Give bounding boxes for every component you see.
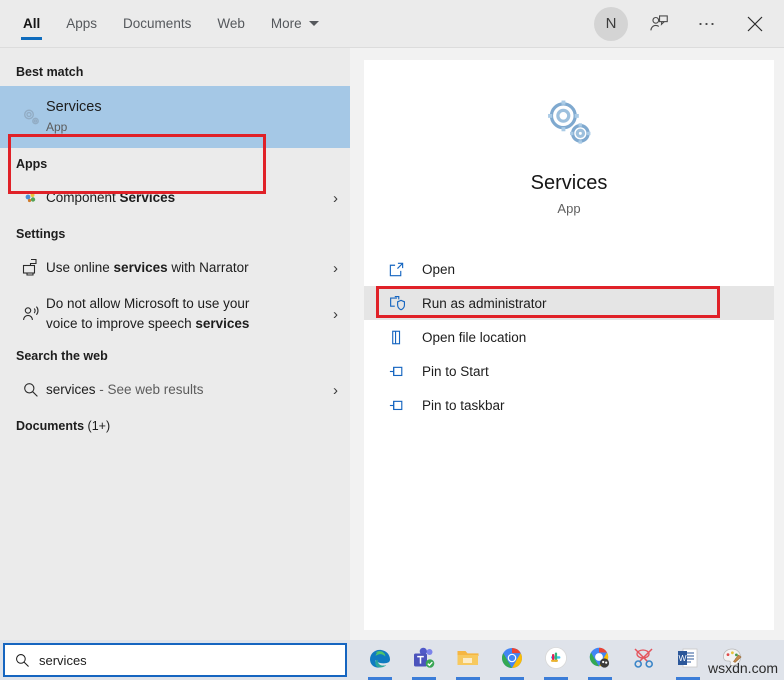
tab-more-label: More — [270, 16, 302, 31]
narrator-monitor-icon — [16, 258, 46, 278]
chevron-right-icon[interactable]: › — [318, 260, 338, 277]
windows-search-screen: All Apps Documents Web More N ⋯ Best mat… — [0, 0, 784, 680]
result-best-match-services[interactable]: Services App — [0, 86, 350, 148]
best-match-title: Services — [46, 99, 102, 116]
action-run-as-administrator-label: Run as administrator — [422, 295, 547, 311]
search-input[interactable] — [39, 652, 345, 668]
result-web-services[interactable]: services - See web results › — [0, 370, 350, 410]
best-match-header: Best match — [16, 65, 84, 79]
tab-all-label: All — [23, 16, 41, 31]
chevron-down-icon — [308, 21, 319, 26]
web-result-suffix: - See web results — [95, 382, 204, 398]
action-pin-to-taskbar[interactable]: Pin to taskbar — [364, 388, 774, 422]
settings-header: Settings — [16, 227, 66, 241]
narrator-match: services — [113, 260, 168, 276]
person-feedback-icon — [650, 14, 668, 30]
preview-pane: Services App Open Run as administrator O… — [350, 48, 784, 640]
tab-documents[interactable]: Documents — [110, 0, 204, 47]
taskbar-app-slack[interactable] — [541, 643, 571, 680]
account-button[interactable]: N — [588, 1, 634, 47]
narrator-online-services-label: Use online services with Narrator — [46, 260, 249, 276]
taskbar-app-snipping-tool[interactable] — [629, 643, 659, 677]
documents-header: Documents (1+) — [0, 410, 350, 440]
result-speech-services[interactable]: Do not allow Microsoft to use your voice … — [0, 288, 350, 340]
taskbar-app-edge[interactable] — [365, 643, 395, 680]
action-open[interactable]: Open — [364, 252, 774, 286]
avatar: N — [594, 6, 628, 41]
documents-count: (1+) — [84, 419, 111, 433]
open-window-icon — [388, 261, 422, 278]
action-pin-to-start[interactable]: Pin to Start — [364, 354, 774, 388]
taskbar-app-chrome-canary[interactable] — [585, 643, 615, 680]
web-result-query: services — [46, 382, 96, 398]
preview-title: Services — [530, 172, 608, 194]
action-open-file-location[interactable]: Open file location — [364, 320, 774, 354]
svg-text:W: W — [678, 653, 686, 663]
tab-list: All Apps Documents Web More — [0, 0, 332, 47]
speech-match: services — [195, 316, 250, 331]
services-gears-icon — [16, 105, 46, 129]
watermark: wsxdn.com — [708, 660, 779, 676]
search-flyout: All Apps Documents Web More N ⋯ Best mat… — [0, 0, 784, 640]
chevron-right-icon[interactable]: › — [318, 190, 338, 207]
best-match-subtitle: App — [46, 120, 68, 135]
tab-documents-label: Documents — [123, 16, 192, 31]
action-run-as-administrator[interactable]: Run as administrator — [364, 286, 774, 320]
apps-header: Apps — [16, 157, 48, 171]
window-controls: N ⋯ — [588, 1, 784, 47]
taskbar-apps: W — [365, 643, 747, 680]
pin-icon — [388, 397, 422, 414]
action-pin-to-taskbar-label: Pin to taskbar — [422, 397, 505, 413]
search-tabs-bar: All Apps Documents Web More N ⋯ — [0, 0, 784, 48]
tab-apps[interactable]: Apps — [53, 0, 110, 47]
taskbar-search-box[interactable] — [3, 643, 347, 677]
tab-more[interactable]: More — [258, 0, 332, 47]
tab-web[interactable]: Web — [204, 0, 258, 47]
taskbar-app-chrome[interactable] — [497, 643, 527, 680]
action-open-label: Open — [422, 261, 456, 277]
preview-hero: Services App — [364, 60, 774, 216]
ellipsis-icon: ⋯ — [697, 13, 717, 34]
tab-all[interactable]: All — [10, 0, 53, 47]
component-services-icon — [16, 190, 46, 206]
tab-apps-label: Apps — [66, 16, 98, 31]
shield-admin-icon — [388, 295, 422, 312]
speech-person-icon — [16, 304, 46, 324]
taskbar-app-file-explorer[interactable] — [453, 643, 483, 680]
taskbar-app-word[interactable]: W — [673, 643, 703, 680]
search-icon — [5, 652, 39, 669]
taskbar-app-teams[interactable] — [409, 643, 439, 680]
close-button[interactable] — [732, 1, 778, 47]
services-gears-icon — [548, 100, 591, 144]
preview-card: Services App Open Run as administrator O… — [364, 60, 774, 630]
speech-services-label: Do not allow Microsoft to use your voice … — [46, 296, 250, 331]
folder-location-icon — [388, 329, 422, 346]
web-result-label: services - See web results — [46, 380, 318, 400]
result-component-services[interactable]: Component Services › — [0, 178, 350, 218]
pin-icon — [388, 363, 422, 380]
component-services-match: Services — [119, 190, 176, 206]
tab-web-label: Web — [217, 16, 245, 31]
feedback-button[interactable] — [636, 1, 682, 47]
search-icon — [16, 381, 46, 399]
action-open-file-location-label: Open file location — [422, 329, 527, 345]
close-icon — [747, 16, 763, 31]
chevron-right-icon[interactable]: › — [318, 306, 338, 323]
web-header: Search the web — [16, 349, 108, 363]
search-body: Best match Services App Apps Component S… — [0, 48, 784, 640]
preview-actions: Open Run as administrator Open file loca… — [364, 252, 774, 422]
more-options-button[interactable]: ⋯ — [684, 1, 730, 47]
taskbar: W — [0, 640, 784, 680]
documents-header-label: Documents — [16, 419, 85, 433]
result-narrator-online-services[interactable]: Use online services with Narrator › — [0, 248, 350, 288]
avatar-initial: N — [605, 15, 617, 32]
preview-subtitle: App — [557, 201, 581, 216]
action-pin-to-start-label: Pin to Start — [422, 363, 489, 379]
results-list: Best match Services App Apps Component S… — [0, 48, 350, 640]
chevron-right-icon[interactable]: › — [318, 382, 338, 399]
component-services-label: Component Services — [46, 190, 176, 206]
best-match-text: Services App — [46, 97, 338, 136]
